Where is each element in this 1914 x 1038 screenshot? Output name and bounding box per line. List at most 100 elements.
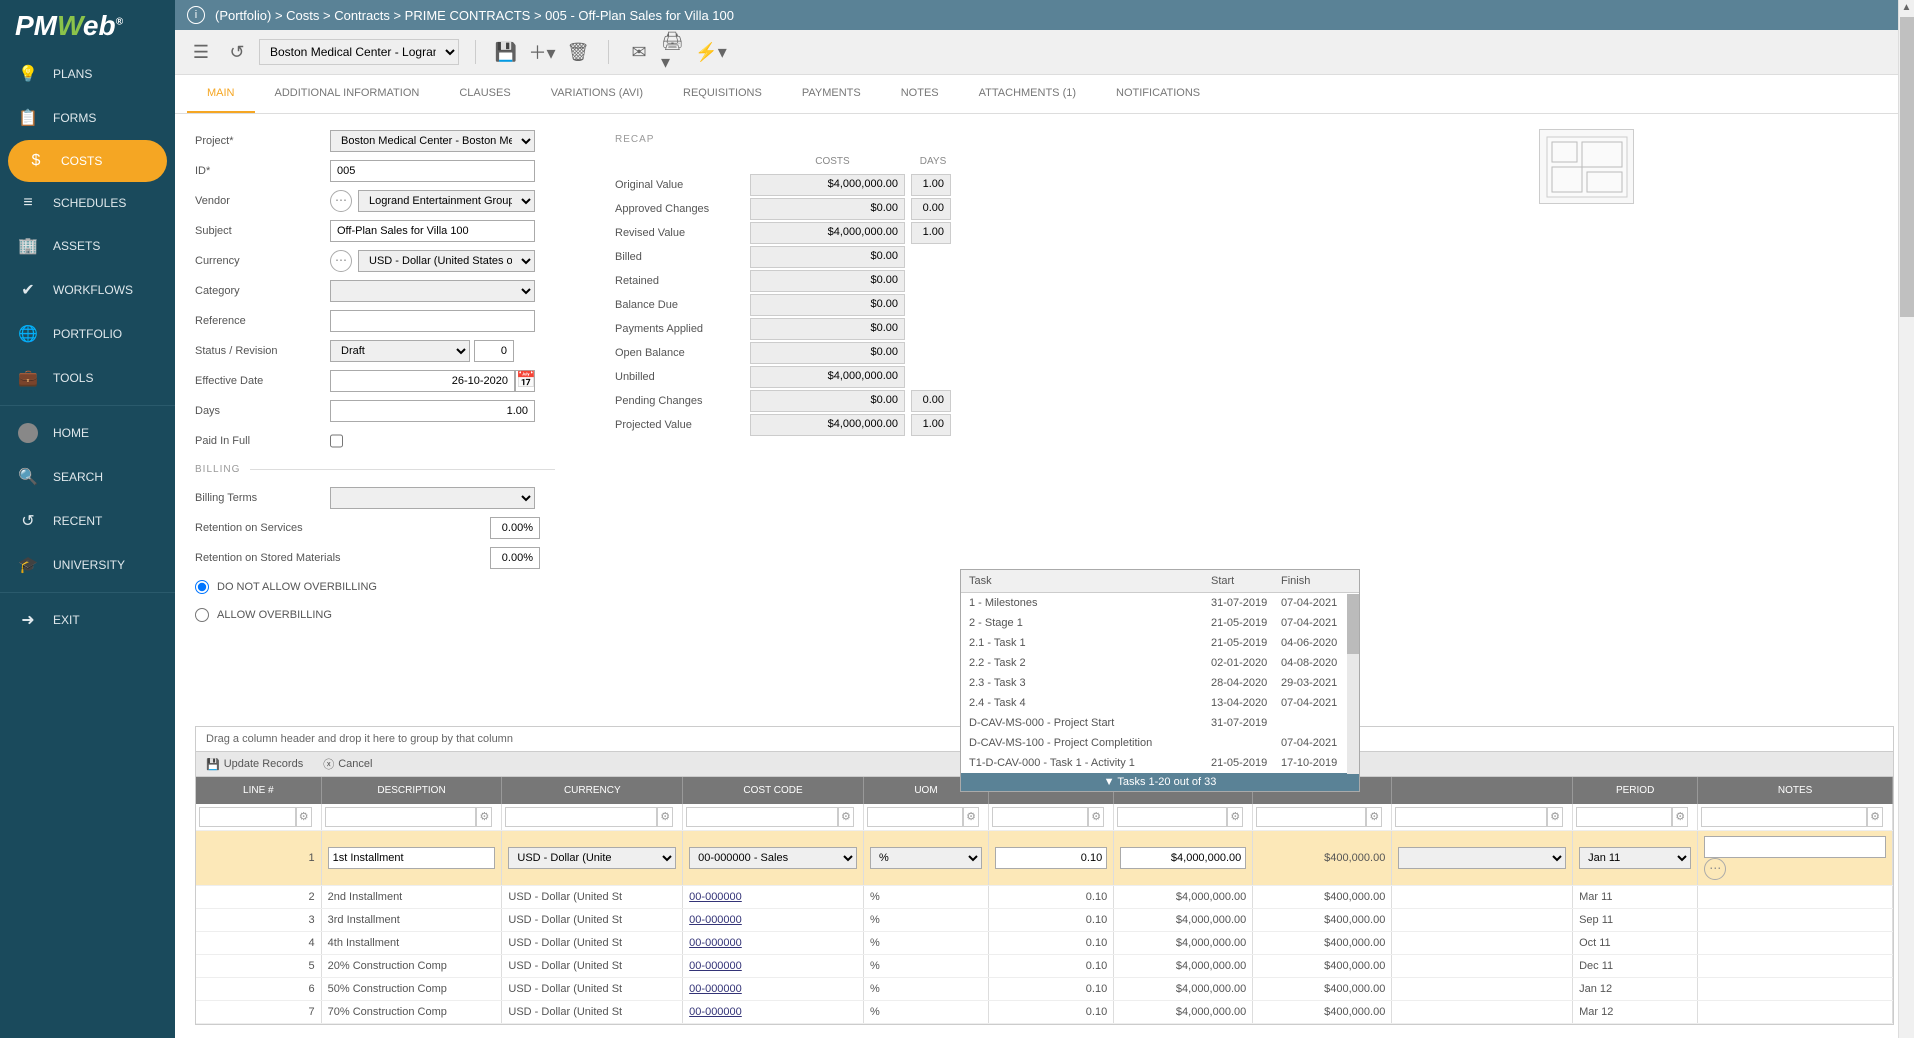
cost-code-link[interactable]: 00-000000 xyxy=(689,914,742,926)
days-field[interactable] xyxy=(330,400,535,422)
task-row[interactable]: 2.2 - Task 202-01-202004-08-2020 xyxy=(961,653,1359,673)
filter-input[interactable] xyxy=(325,807,477,827)
sidebar-item-forms[interactable]: 📋FORMS xyxy=(0,96,175,140)
project-selector[interactable]: Boston Medical Center - Logrand Ent xyxy=(259,39,459,65)
bolt-icon[interactable]: ⚡▾ xyxy=(697,38,725,66)
filter-icon[interactable]: ⚙ xyxy=(1547,807,1563,827)
filter-input[interactable] xyxy=(1117,807,1227,827)
revision-field[interactable] xyxy=(474,340,514,362)
subject-field[interactable] xyxy=(330,220,535,242)
column-header[interactable]: DESCRIPTION xyxy=(321,777,502,804)
task-row[interactable]: 1 - Milestones31-07-201907-04-2021 xyxy=(961,593,1359,613)
save-icon[interactable]: 💾 xyxy=(492,38,520,66)
period-select[interactable]: Jan 11 xyxy=(1579,847,1691,869)
uom-select[interactable]: % xyxy=(870,847,982,869)
calendar-icon[interactable]: 📅 xyxy=(515,370,535,392)
table-row[interactable]: 33rd InstallmentUSD - Dollar (United St0… xyxy=(196,909,1893,932)
cost-code-link[interactable]: 00-000000 xyxy=(689,1006,742,1018)
filter-input[interactable] xyxy=(867,807,963,827)
filter-icon[interactable]: ⚙ xyxy=(1672,807,1688,827)
filter-input[interactable] xyxy=(1256,807,1366,827)
cost-select[interactable]: 00-000000 - Sales xyxy=(689,847,857,869)
cost-code-link[interactable]: 00-000000 xyxy=(689,983,742,995)
filter-input[interactable] xyxy=(1395,807,1547,827)
task-footer[interactable]: ▼ Tasks 1-20 out of 33 xyxy=(961,773,1359,791)
filter-input[interactable] xyxy=(1576,807,1672,827)
tab-additional-information[interactable]: ADDITIONAL INFORMATION xyxy=(255,75,440,113)
tab-notifications[interactable]: NOTIFICATIONS xyxy=(1096,75,1220,113)
sidebar-item-workflows[interactable]: ✔WORKFLOWS xyxy=(0,268,175,312)
filter-icon[interactable]: ⚙ xyxy=(1227,807,1243,827)
filter-icon[interactable]: ⚙ xyxy=(963,807,979,827)
task-scrollbar[interactable] xyxy=(1347,594,1359,774)
cost-code-link[interactable]: 00-000000 xyxy=(689,937,742,949)
add-icon[interactable]: ＋▾ xyxy=(528,38,556,66)
column-header[interactable]: NOTES xyxy=(1698,777,1893,804)
curr-select[interactable]: USD - Dollar (Unite xyxy=(508,847,676,869)
table-row[interactable]: 650% Construction CompUSD - Dollar (Unit… xyxy=(196,978,1893,1001)
sidebar-item-home[interactable]: HOME xyxy=(0,411,175,455)
ret-services-field[interactable] xyxy=(490,517,540,539)
radio-allow-overbill[interactable] xyxy=(195,608,209,622)
table-row[interactable]: 520% Construction CompUSD - Dollar (Unit… xyxy=(196,955,1893,978)
page-scrollbar[interactable]: ▲ xyxy=(1898,0,1914,1038)
print-icon[interactable]: 🖨▾ xyxy=(661,38,689,66)
tab-notes[interactable]: NOTES xyxy=(881,75,959,113)
task-select[interactable] xyxy=(1398,847,1566,869)
filter-input[interactable] xyxy=(505,807,657,827)
sidebar-item-costs[interactable]: $COSTS xyxy=(8,140,167,182)
paid-checkbox[interactable] xyxy=(330,430,343,452)
cost-code-link[interactable]: 00-000000 xyxy=(689,960,742,972)
tab-attachments-1-[interactable]: ATTACHMENTS (1) xyxy=(959,75,1096,113)
currency-more-icon[interactable]: ⋯ xyxy=(330,250,352,272)
filter-input[interactable] xyxy=(1701,807,1867,827)
sidebar-item-exit[interactable]: ➜EXIT xyxy=(0,598,175,642)
update-records-button[interactable]: 💾Update Records xyxy=(206,756,303,772)
column-header[interactable] xyxy=(1392,777,1573,804)
tab-clauses[interactable]: CLAUSES xyxy=(439,75,530,113)
filter-input[interactable] xyxy=(992,807,1088,827)
cost-code-link[interactable]: 00-000000 xyxy=(689,891,742,903)
vendor-field[interactable]: Logrand Entertainment Group xyxy=(358,190,535,212)
sidebar-item-university[interactable]: 🎓UNIVERSITY xyxy=(0,543,175,587)
tab-variations-avi-[interactable]: VARIATIONS (AVI) xyxy=(531,75,663,113)
column-header[interactable]: PERIOD xyxy=(1573,777,1698,804)
billing-terms-field[interactable] xyxy=(330,487,535,509)
list-icon[interactable]: ☰ xyxy=(187,38,215,66)
vendor-more-icon[interactable]: ⋯ xyxy=(330,190,352,212)
column-header[interactable]: LINE # xyxy=(196,777,321,804)
task-row[interactable]: 2 - Stage 121-05-201907-04-2021 xyxy=(961,613,1359,633)
mail-icon[interactable]: ✉ xyxy=(625,38,653,66)
column-header[interactable]: CURRENCY xyxy=(502,777,683,804)
reference-field[interactable] xyxy=(330,310,535,332)
filter-input[interactable] xyxy=(686,807,838,827)
table-row[interactable]: 1USD - Dollar (Unite00-000000 - Sales%$4… xyxy=(196,831,1893,886)
sidebar-item-schedules[interactable]: ≡SCHEDULES xyxy=(0,182,175,224)
effective-field[interactable] xyxy=(330,370,515,392)
sidebar-item-portfolio[interactable]: 🌐PORTFOLIO xyxy=(0,312,175,356)
sidebar-item-plans[interactable]: 💡PLANS xyxy=(0,52,175,96)
sidebar-item-assets[interactable]: 🏢ASSETS xyxy=(0,224,175,268)
table-row[interactable]: 770% Construction CompUSD - Dollar (Unit… xyxy=(196,1001,1893,1024)
filter-icon[interactable]: ⚙ xyxy=(1867,807,1883,827)
info-icon[interactable]: i xyxy=(187,6,205,24)
table-row[interactable]: 22nd InstallmentUSD - Dollar (United St0… xyxy=(196,886,1893,909)
filter-icon[interactable]: ⚙ xyxy=(476,807,492,827)
filter-icon[interactable]: ⚙ xyxy=(1088,807,1104,827)
id-field[interactable] xyxy=(330,160,535,182)
radio-no-overbill[interactable] xyxy=(195,580,209,594)
column-header[interactable]: COST CODE xyxy=(683,777,864,804)
filter-input[interactable] xyxy=(199,807,296,827)
tab-payments[interactable]: PAYMENTS xyxy=(782,75,881,113)
cancel-button[interactable]: ⓧCancel xyxy=(323,756,372,772)
scroll-up-icon[interactable]: ▲ xyxy=(1899,0,1914,16)
sidebar-item-tools[interactable]: 💼TOOLS xyxy=(0,356,175,400)
tab-main[interactable]: MAIN xyxy=(187,75,255,113)
task-row[interactable]: D-CAV-MS-100 - Project Completition07-04… xyxy=(961,733,1359,753)
table-row[interactable]: 44th InstallmentUSD - Dollar (United St0… xyxy=(196,932,1893,955)
task-row[interactable]: 2.1 - Task 121-05-201904-06-2020 xyxy=(961,633,1359,653)
currency-field[interactable]: USD - Dollar (United States of America) xyxy=(358,250,535,272)
task-row[interactable]: 2.3 - Task 328-04-202029-03-2021 xyxy=(961,673,1359,693)
delete-icon[interactable]: 🗑 xyxy=(564,38,592,66)
tab-requisitions[interactable]: REQUISITIONS xyxy=(663,75,782,113)
